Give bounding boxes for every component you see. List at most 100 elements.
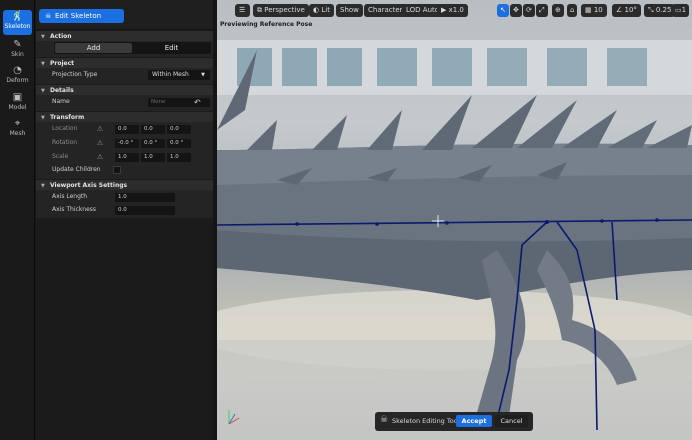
chevron-down-icon: ▼ bbox=[201, 72, 205, 78]
hamburger-icon: ☰ bbox=[235, 4, 250, 17]
lock-icon[interactable]: ⚠ bbox=[96, 125, 104, 134]
chevron-down-icon: ▼ bbox=[41, 61, 45, 67]
section-action[interactable]: ▼ Action bbox=[36, 30, 213, 41]
scale-label: Scale bbox=[52, 153, 69, 160]
location-label: Location bbox=[52, 125, 78, 132]
viewport-scene[interactable] bbox=[217, 0, 692, 440]
update-children-label: Update Children bbox=[52, 166, 101, 173]
lit-label: Lit bbox=[321, 6, 330, 14]
tool-panel: ☠ Edit Skeleton ▼ Action Add Edit ▼ Project… bbox=[36, 0, 213, 440]
play-icon: ▶ bbox=[441, 6, 449, 14]
action-edit-button[interactable]: Edit bbox=[133, 43, 210, 53]
axis-thickness-label: Axis Thickness bbox=[52, 206, 97, 213]
lock-icon[interactable]: ⚠ bbox=[96, 139, 104, 148]
scale-y-field[interactable]: 1.0 bbox=[141, 153, 165, 162]
mode-skin[interactable]: ✎ Skin bbox=[3, 38, 32, 63]
skeleton-icon: 🕺 bbox=[11, 11, 24, 22]
projection-type-value: Within Mesh bbox=[152, 71, 189, 78]
skeleton-tool-label: Skeleton Editing Tool bbox=[392, 417, 460, 425]
mode-rail: 🕺 Skeleton ✎ Skin ◔ Deform ▣ Model ⌖ Mes… bbox=[0, 0, 35, 440]
axis-length-field[interactable]: 1.0 bbox=[115, 193, 175, 202]
select-tool-button[interactable]: ↖ bbox=[497, 4, 509, 17]
surface-snap-icon: ⌂ bbox=[570, 6, 575, 14]
section-transform[interactable]: ▼ Transform bbox=[36, 111, 213, 122]
section-details[interactable]: ▼ Details bbox=[36, 84, 213, 95]
scale-x-field[interactable]: 1.0 bbox=[115, 153, 139, 162]
camera-speed-button[interactable]: ▭1 bbox=[672, 4, 690, 17]
location-z-field[interactable]: 0.0 bbox=[167, 125, 191, 134]
axis-thickness-field[interactable]: 0.0 bbox=[115, 206, 175, 215]
section-viewport-axis-label: Viewport Axis Settings bbox=[50, 182, 128, 189]
grid-snap-button[interactable]: ▦ 10 bbox=[581, 4, 607, 17]
mode-skin-label: Skin bbox=[11, 51, 24, 58]
perspective-label: Perspective bbox=[264, 6, 305, 14]
projection-type-dropdown[interactable]: Within Mesh ▼ bbox=[148, 70, 210, 80]
mode-mesh-label: Mesh bbox=[9, 130, 26, 137]
location-x-field[interactable]: 0.0 bbox=[115, 125, 139, 134]
cursor-icon: ↖ bbox=[500, 6, 506, 14]
tool-bar: ☠ Edit Skeleton bbox=[36, 0, 213, 30]
translate-tool-button[interactable]: ✥ bbox=[510, 4, 522, 17]
brush-icon: ✎ bbox=[13, 39, 22, 50]
scale-snap-button[interactable]: ⤡ 0.25 bbox=[644, 4, 676, 17]
accept-button[interactable]: Accept bbox=[456, 415, 492, 427]
mesh-icon: ⌖ bbox=[14, 118, 21, 129]
rotation-label: Rotation bbox=[52, 139, 78, 146]
mode-deform[interactable]: ◔ Deform bbox=[3, 64, 32, 89]
chevron-down-icon: ▼ bbox=[41, 183, 45, 189]
scale-snap-icon: ⤡ bbox=[648, 6, 656, 14]
background-windows bbox=[217, 40, 692, 95]
scale-tool-button[interactable]: ⤢ bbox=[536, 4, 548, 17]
rotation-z-field[interactable]: 0.0 ° bbox=[167, 139, 191, 148]
cancel-button[interactable]: Cancel bbox=[495, 415, 528, 427]
angle-icon: ∠ bbox=[616, 6, 625, 14]
edit-skeleton-button[interactable]: ☠ Edit Skeleton bbox=[39, 9, 124, 23]
section-viewport-axis[interactable]: ▼ Viewport Axis Settings bbox=[36, 179, 213, 190]
rotation-x-field[interactable]: -0.0 ° bbox=[115, 139, 139, 148]
viewport[interactable]: ☰ ☰ ⧉ Perspective ◐ Lit Show Character L… bbox=[217, 0, 692, 440]
viewport-toolbar: ☰ ☰ ⧉ Perspective ◐ Lit Show Character L… bbox=[217, 0, 692, 22]
mode-skeleton[interactable]: 🕺 Skeleton bbox=[3, 10, 32, 35]
mode-model-label: Model bbox=[8, 104, 27, 111]
mode-deform-label: Deform bbox=[6, 77, 29, 84]
camera-speed-icon: ▭ bbox=[675, 6, 682, 14]
mode-mesh[interactable]: ⌖ Mesh bbox=[3, 117, 32, 142]
play-speed-label: x1.0 bbox=[448, 6, 464, 14]
section-details-label: Details bbox=[50, 87, 74, 94]
location-y-field[interactable]: 0.0 bbox=[141, 125, 165, 134]
play-speed-button[interactable]: ▶ x1.0 bbox=[437, 4, 468, 17]
rotate-tool-button[interactable]: ⟳ bbox=[523, 4, 535, 17]
character-button[interactable]: Character bbox=[364, 4, 407, 17]
chevron-down-icon: ▼ bbox=[41, 115, 45, 121]
reset-arrow-icon[interactable]: ↶ bbox=[194, 98, 201, 107]
edit-skeleton-label: Edit Skeleton bbox=[55, 12, 102, 20]
scale-icon: ⤢ bbox=[539, 6, 545, 14]
world-space-button[interactable]: ⊕ bbox=[552, 4, 564, 17]
preview-pose-label: Previewing Reference Pose bbox=[220, 21, 313, 28]
rotate-icon: ⟳ bbox=[526, 6, 532, 14]
chevron-down-icon: ▼ bbox=[41, 88, 45, 94]
section-project[interactable]: ▼ Project bbox=[36, 57, 213, 68]
cube-icon: ▣ bbox=[12, 92, 23, 103]
show-button[interactable]: Show bbox=[336, 4, 363, 17]
update-children-checkbox[interactable] bbox=[113, 166, 121, 174]
skeleton-tool-bar: ☠ Skeleton Editing Tool Accept Cancel bbox=[375, 412, 533, 431]
deform-icon: ◔ bbox=[13, 65, 22, 76]
globe-icon: ⊕ bbox=[555, 6, 561, 14]
lit-button[interactable]: ◐ Lit bbox=[309, 4, 334, 17]
chevron-down-icon: ▼ bbox=[41, 34, 45, 40]
action-add-button[interactable]: Add bbox=[55, 43, 132, 53]
lock-icon[interactable]: ⚠ bbox=[96, 153, 104, 162]
angle-snap-button[interactable]: ∠ 10° bbox=[612, 4, 641, 17]
projection-type-label: Projection Type bbox=[52, 71, 98, 78]
rotation-y-field[interactable]: 0.0 ° bbox=[141, 139, 165, 148]
name-label: Name bbox=[52, 98, 70, 105]
move-icon: ✥ bbox=[513, 6, 519, 14]
grid-size-label: 10 bbox=[593, 6, 603, 14]
skeleton-icon: ☠ bbox=[380, 415, 389, 425]
section-action-label: Action bbox=[50, 33, 72, 40]
scale-z-field[interactable]: 1.0 bbox=[167, 153, 191, 162]
mode-model[interactable]: ▣ Model bbox=[3, 91, 32, 116]
surface-snap-button[interactable]: ⌂ bbox=[567, 4, 578, 17]
perspective-button[interactable]: ⧉ Perspective bbox=[253, 4, 309, 17]
